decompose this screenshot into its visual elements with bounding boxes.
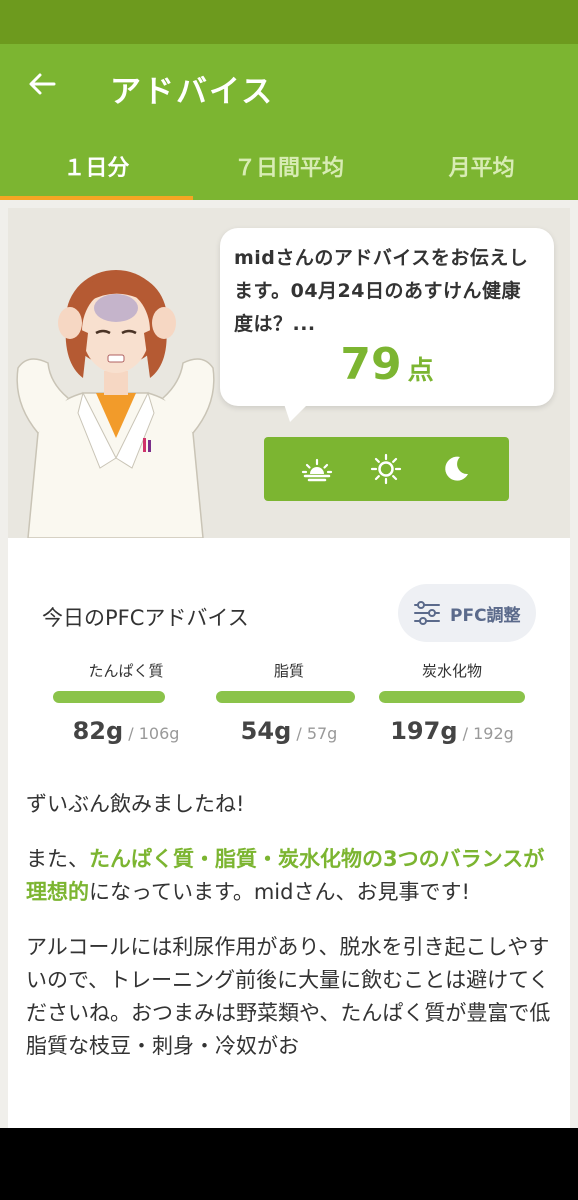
moon-icon[interactable] [439,452,473,486]
app-bar: アドバイス [0,44,578,134]
tab-daily[interactable]: １日分 [0,134,193,200]
tab-label: 月平均 [448,156,515,181]
status-bar [0,0,578,44]
advice-text: ずいぶん飲みましたね! [26,792,245,816]
nutrient-value: 54 [240,717,275,745]
bubble-tail [284,404,308,422]
tab-label: ７日間平均 [234,156,345,181]
nutrient-label: たんぱく質 [88,662,164,680]
arrow-left-icon[interactable] [26,68,58,100]
advice-paragraph: ずいぶん飲みましたね! [26,788,554,821]
nutrient-values: 82g / 106g [53,717,199,745]
sliders-icon [414,601,440,625]
nutrient-unit: g [274,717,292,745]
advice-text: になっています。midさん、お見事です! [89,880,470,904]
nutrient-progress-bar [53,691,166,703]
nutrient-target: / 106g [128,724,180,743]
pfc-adjust-label: PFC調整 [450,605,521,626]
nutrient-label: 炭水化物 [421,662,482,680]
advice-paragraph: また、たんぱく質・脂質・炭水化物の3つのバランスが理想的になっています。midさ… [26,843,554,909]
nutrient-value: 82 [72,717,106,745]
pfc-advice-section: 今日のPFCアドバイス PFC調整 たんぱく質 82g / 106g 脂質 54… [8,538,570,768]
nutrient-fat: 脂質 54g / 57g [216,660,362,745]
nutrient-values: 197g / 192g [379,717,525,745]
sunrise-icon[interactable] [300,452,334,486]
navigation-bar [0,1128,578,1200]
advice-text: アルコールには利尿作用があり、脱水を引き起こしやすいので、トレーニング前後に大量… [26,935,551,1058]
nutrient-label: 脂質 [273,662,304,680]
score-value: 79 [340,339,402,390]
nutrient-unit: g [440,717,458,745]
nutrient-progress-bar [216,691,355,703]
tab-7day-average[interactable]: ７日間平均 [193,134,386,200]
nutrient-carbohydrate: 炭水化物 197g / 192g [379,660,525,745]
tab-label: １日分 [63,156,130,181]
pfc-section-title: 今日のPFCアドバイス [42,606,249,630]
nutrient-target: / 57g [296,724,338,743]
content-area[interactable]: midさんのアドバイスをお伝えします。04月24日のあすけん健康度は？... 7… [0,200,578,1128]
tab-monthly-average[interactable]: 月平均 [385,134,578,200]
period-tabs: １日分 ７日間平均 月平均 [0,134,578,200]
advice-speech-bubble: midさんのアドバイスをお伝えします。04月24日のあすけん健康度は？... 7… [220,228,554,422]
nutrient-protein: たんぱく質 82g / 106g [53,660,199,745]
sun-icon[interactable] [369,452,403,486]
advice-body: ずいぶん飲みましたね! また、たんぱく質・脂質・炭水化物の3つのバランスが理想的… [26,788,554,1085]
nutrient-values: 54g / 57g [216,717,362,745]
nutrient-value: 197 [390,717,441,745]
advice-message: midさんのアドバイスをお伝えします。04月24日のあすけん健康度は？... [234,247,529,335]
doctor-illustration [16,270,215,538]
advisor-hero: midさんのアドバイスをお伝えします。04月24日のあすけん健康度は？... 7… [8,208,570,538]
health-score: 79 点 [234,339,540,390]
nutrient-unit: g [105,717,124,745]
nutrient-progress-bar [379,691,525,703]
page-title: アドバイス [110,74,275,110]
meal-time-selector [264,437,509,501]
advice-paragraph: アルコールには利尿作用があり、脱水を引き起こしやすいので、トレーニング前後に大量… [26,931,554,1063]
score-unit: 点 [407,356,434,386]
pfc-adjust-button[interactable]: PFC調整 [398,584,536,642]
nutrient-target: / 192g [462,724,514,743]
advice-card: midさんのアドバイスをお伝えします。04月24日のあすけん健康度は？... 7… [8,208,570,1128]
advice-text: また、 [26,847,89,871]
